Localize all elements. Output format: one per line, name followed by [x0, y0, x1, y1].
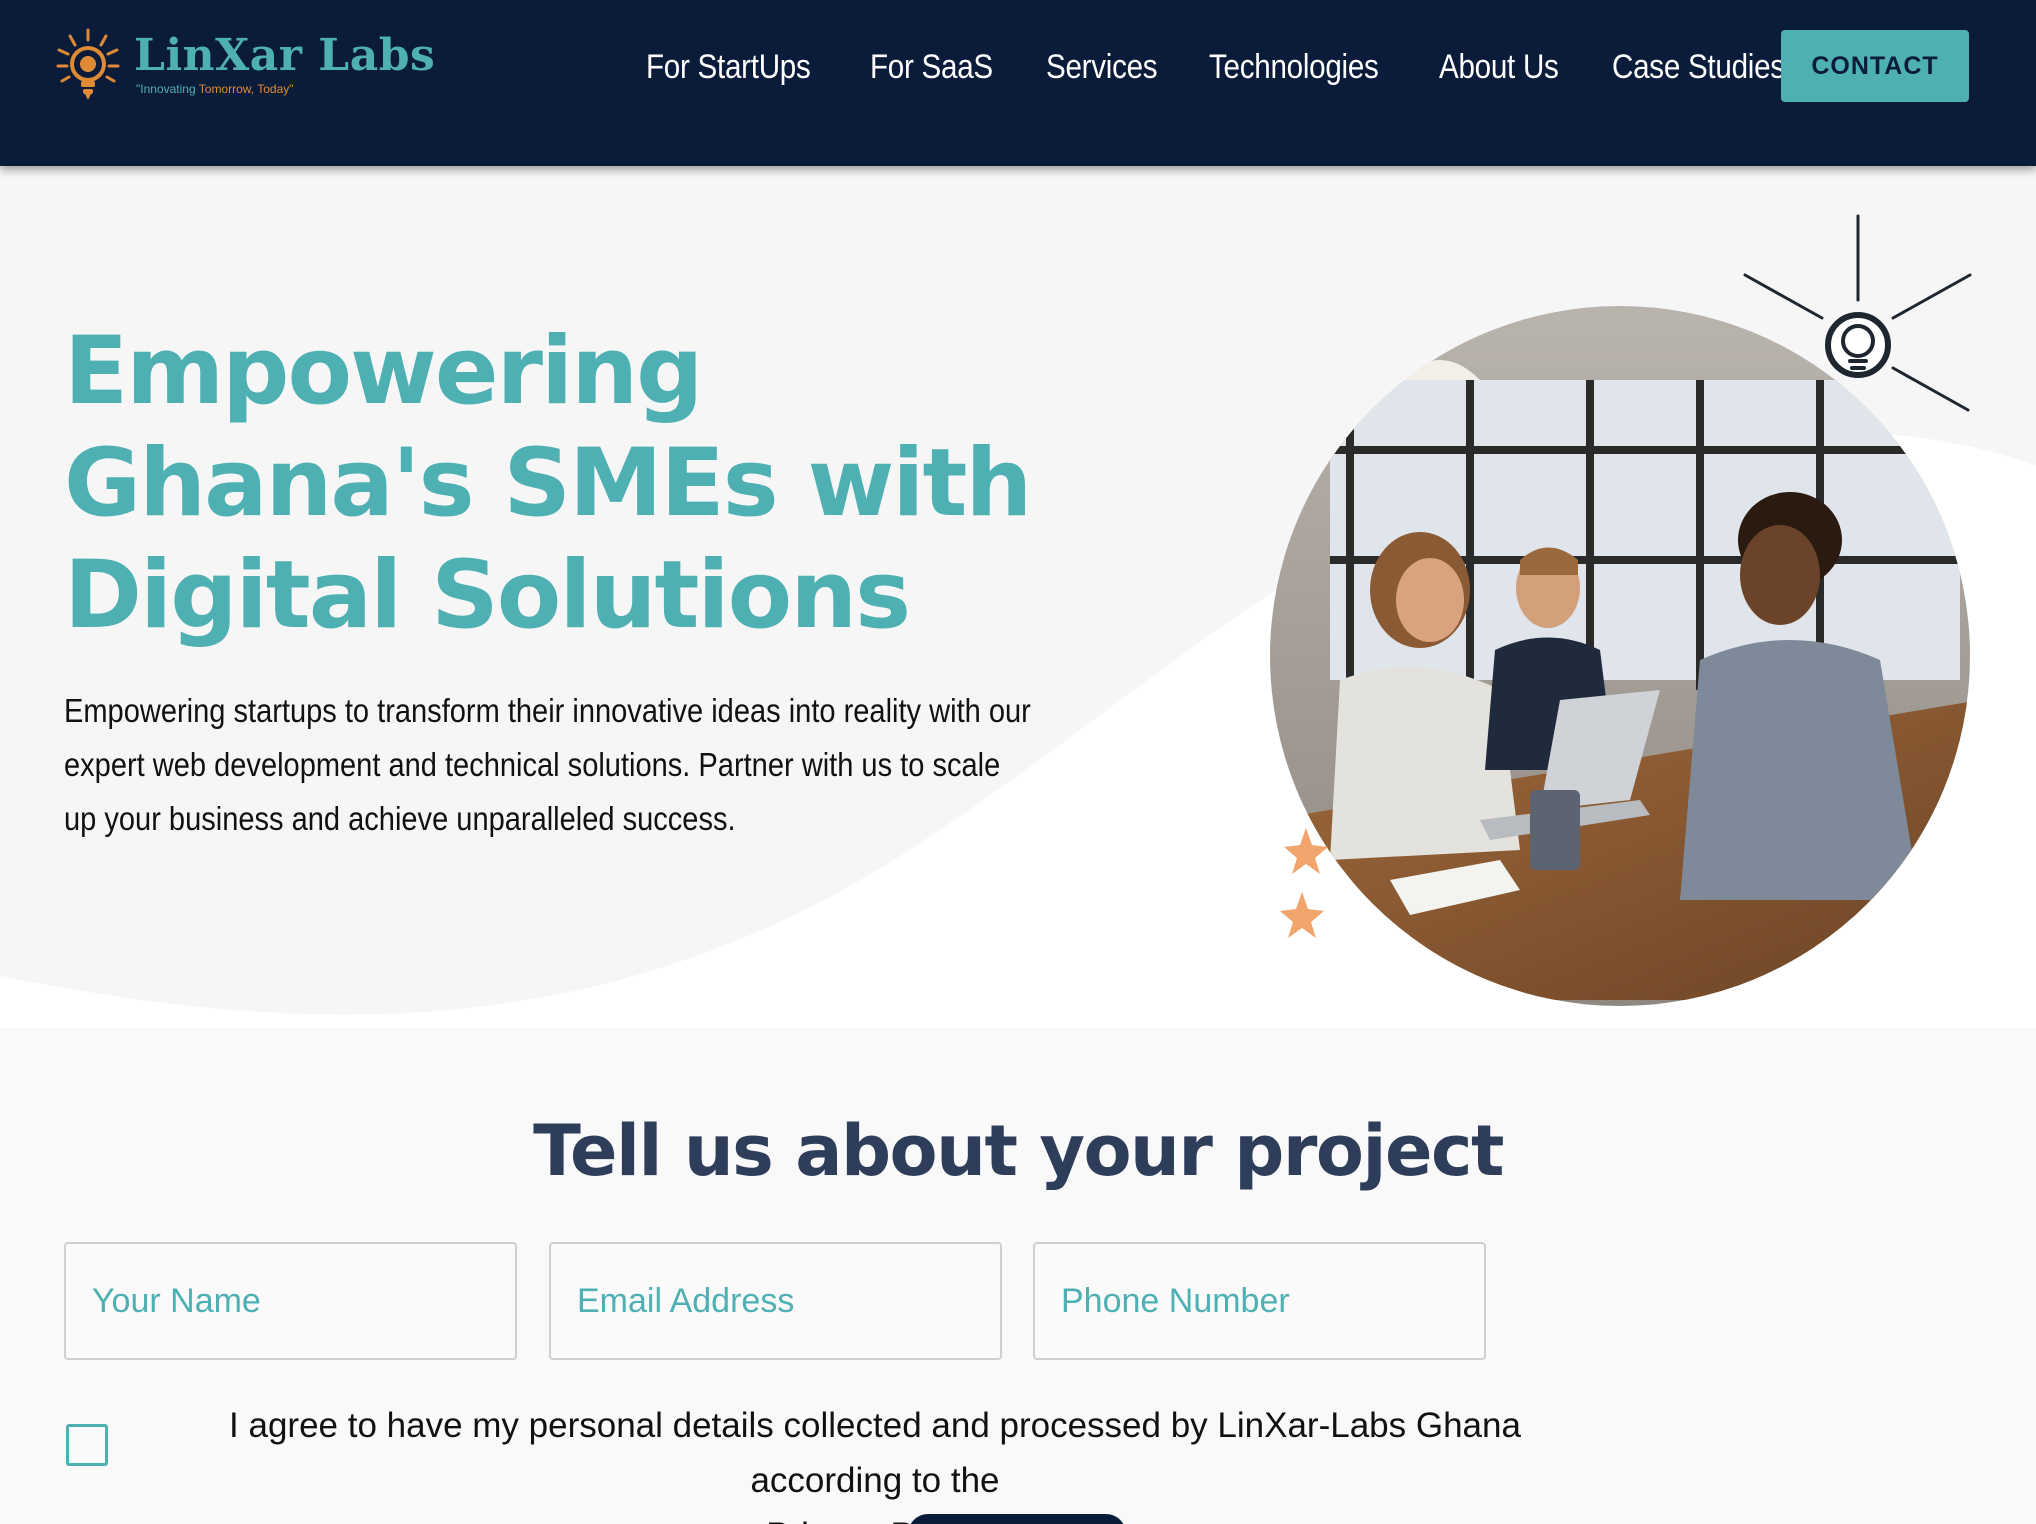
site-header: LinXar Labs "Innovating Tomorrow, Today"…	[0, 0, 2036, 166]
phone-field[interactable]	[1033, 1242, 1486, 1360]
form-title: Tell us about your project	[533, 1110, 1504, 1192]
hero-illustration	[1270, 214, 1972, 1006]
contact-button[interactable]: CONTACT	[1781, 30, 1969, 102]
submit-button-partial[interactable]	[908, 1514, 1126, 1524]
project-form-section: Tell us about your project I agree to ha…	[0, 1028, 2036, 1524]
team-meeting-photo	[1270, 306, 1970, 1006]
logo-tagline-part1: "Innovating	[136, 82, 199, 96]
nav-case-studies[interactable]: Case Studies	[1612, 48, 1785, 87]
logo-name: LinXar Labs	[134, 30, 436, 81]
name-field[interactable]	[64, 1242, 517, 1360]
main-nav: For StartUps For SaaS Services Technolog…	[646, 44, 1845, 90]
nav-technologies[interactable]: Technologies	[1209, 48, 1379, 87]
star-icon	[1280, 892, 1324, 938]
logo-tagline-part2: Tomorrow, Today"	[198, 82, 294, 96]
nav-for-startups[interactable]: For StartUps	[646, 48, 811, 87]
nav-for-saas[interactable]: For SaaS	[870, 48, 993, 87]
hero-section: Empowering Ghana's SMEs with Digital Sol…	[0, 166, 2036, 1028]
lightbulb-logo-icon	[56, 28, 120, 100]
nav-services[interactable]: Services	[1046, 48, 1158, 87]
consent-checkbox[interactable]	[66, 1424, 108, 1466]
logo-tagline: "Innovating Tomorrow, Today"	[136, 82, 294, 96]
page: LinXar Labs "Innovating Tomorrow, Today"…	[0, 0, 2036, 1524]
consent-label: I agree to have my personal details coll…	[229, 1406, 1521, 1500]
logo[interactable]: LinXar Labs "Innovating Tomorrow, Today"	[56, 28, 435, 108]
hero-description: Empowering startups to transform their i…	[64, 692, 1031, 837]
nav-about-us[interactable]: About Us	[1439, 48, 1559, 87]
hero-title: Empowering Ghana's SMEs with Digital Sol…	[64, 317, 1032, 650]
consent-text: I agree to have my personal details coll…	[150, 1398, 1600, 1524]
email-field[interactable]	[549, 1242, 1002, 1360]
